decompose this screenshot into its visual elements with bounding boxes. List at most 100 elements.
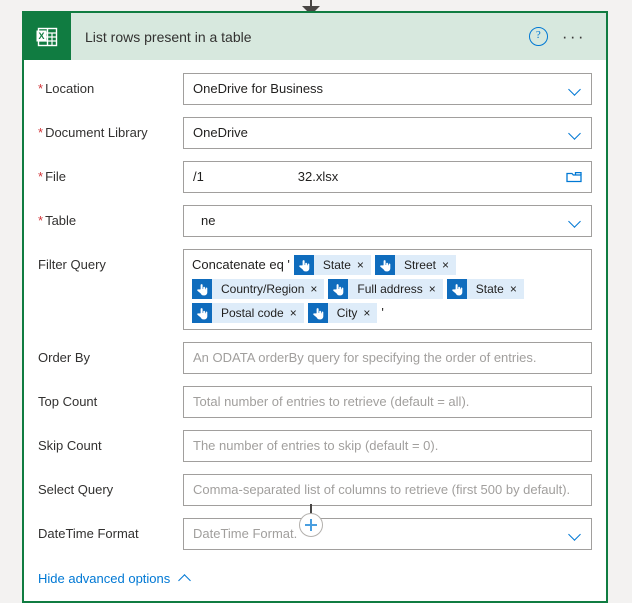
field-label-text: Document Library <box>45 125 148 140</box>
folder-icon[interactable] <box>566 170 582 183</box>
chevron-up-icon[interactable] <box>179 572 192 585</box>
token-chip[interactable]: Country/Region × <box>192 279 325 299</box>
field-row-select-query: Select Query Comma-separated list of col… <box>38 474 592 506</box>
token-label: State <box>322 258 351 272</box>
token-remove-icon[interactable]: × <box>310 280 324 298</box>
field-label-filter-query: Filter Query <box>38 249 183 272</box>
field-control-top-count: Total number of entries to retrieve (def… <box>183 386 592 418</box>
token-label: Country/Region <box>221 282 305 296</box>
field-label-text: Location <box>45 81 95 96</box>
required-marker: * <box>38 169 44 184</box>
filter-query-input[interactable]: Concatenate eq ' State × Street × Countr… <box>183 249 592 330</box>
filter-query-prefix: Concatenate eq ' <box>192 257 290 272</box>
order-by-input[interactable]: An ODATA orderBy query for specifying th… <box>183 342 592 374</box>
location-dropdown[interactable]: OneDrive for Business <box>183 73 592 105</box>
token-chip[interactable]: State × <box>293 255 371 275</box>
field-row-table: * Table ne <box>38 205 592 237</box>
card-header[interactable]: X List rows present in a table ? ··· <box>24 13 606 60</box>
field-control-location: OneDrive for Business <box>183 73 592 105</box>
token-chip[interactable]: Postal code × <box>192 303 304 323</box>
required-marker: * <box>38 213 44 228</box>
field-label-text: Select Query <box>38 482 114 497</box>
field-label-text: Top Count <box>38 394 98 409</box>
token-chip[interactable]: City × <box>307 303 378 323</box>
field-label-location: * Location <box>38 73 183 96</box>
field-row-top-count: Top Count Total number of entries to ret… <box>38 386 592 418</box>
hand-pointer-icon <box>192 303 212 323</box>
hand-pointer-icon <box>374 255 395 275</box>
field-control-document-library: OneDrive <box>183 117 592 149</box>
token-label: Full address <box>357 282 423 296</box>
field-label-skip-count: Skip Count <box>38 430 183 453</box>
field-control-table: ne <box>183 205 592 237</box>
token-chip[interactable]: Full address × <box>328 279 443 299</box>
order-by-placeholder: An ODATA orderBy query for specifying th… <box>193 350 537 365</box>
hand-pointer-icon <box>307 303 328 323</box>
excel-icon: X <box>24 13 71 60</box>
token-label: State <box>475 282 504 296</box>
document-library-dropdown[interactable]: OneDrive <box>183 117 592 149</box>
table-dropdown[interactable]: ne <box>183 205 592 237</box>
select-query-input[interactable]: Comma-separated list of columns to retri… <box>183 474 592 506</box>
hand-pointer-icon <box>192 279 212 299</box>
field-label-text: Skip Count <box>38 438 102 453</box>
field-control-skip-count: The number of entries to skip (default =… <box>183 430 592 462</box>
field-label-order-by: Order By <box>38 342 183 365</box>
token-remove-icon[interactable]: × <box>510 280 524 298</box>
field-label-text: Table <box>45 213 77 228</box>
svg-text:X: X <box>38 31 44 41</box>
token-chip[interactable]: State × <box>446 279 524 299</box>
hide-advanced-options-link[interactable]: Hide advanced options <box>38 571 170 586</box>
token-chip[interactable]: Street × <box>374 255 456 275</box>
card-body: * Location OneDrive for Business * Documen… <box>24 60 606 550</box>
token-label: Street <box>403 258 436 272</box>
filter-query-suffix: ' <box>381 305 384 320</box>
token-label: Postal code <box>221 306 284 320</box>
field-row-order-by: Order By An ODATA orderBy query for spec… <box>38 342 592 374</box>
skip-count-placeholder: The number of entries to skip (default =… <box>193 438 439 453</box>
location-value: OneDrive for Business <box>193 81 324 96</box>
help-icon[interactable]: ? <box>528 27 548 46</box>
hand-pointer-icon <box>293 255 314 275</box>
hand-pointer-icon <box>446 279 467 299</box>
field-label-document-library: * Document Library <box>38 117 183 140</box>
field-label-text: Filter Query <box>38 257 106 272</box>
advanced-options-row: Hide advanced options <box>24 562 606 601</box>
file-value: /1 32.xlsx <box>193 169 339 184</box>
add-step-button[interactable] <box>299 513 323 537</box>
hand-pointer-icon <box>328 279 349 299</box>
token-remove-icon[interactable]: × <box>290 304 304 322</box>
required-marker: * <box>38 125 44 140</box>
field-label-table: * Table <box>38 205 183 228</box>
card-title: List rows present in a table <box>85 28 252 45</box>
field-control-order-by: An ODATA orderBy query for specifying th… <box>183 342 592 374</box>
field-control-file: /1 32.xlsx <box>183 161 592 193</box>
more-options-icon[interactable]: ··· <box>562 28 596 45</box>
table-value: ne <box>201 213 216 228</box>
top-count-placeholder: Total number of entries to retrieve (def… <box>193 394 470 409</box>
select-query-placeholder: Comma-separated list of columns to retri… <box>193 482 571 497</box>
field-label-text: File <box>45 169 67 184</box>
document-library-value: OneDrive <box>193 125 248 140</box>
token-label: City <box>336 306 358 320</box>
field-label-text: Order By <box>38 350 91 365</box>
file-input[interactable]: /1 32.xlsx <box>183 161 592 193</box>
token-remove-icon[interactable]: × <box>429 280 443 298</box>
field-control-filter-query: Concatenate eq ' State × Street × Countr… <box>183 249 592 330</box>
field-label-file: * File <box>38 161 183 184</box>
field-control-select-query: Comma-separated list of columns to retri… <box>183 474 592 506</box>
token-remove-icon[interactable]: × <box>357 256 371 274</box>
required-marker: * <box>38 81 44 96</box>
field-label-select-query: Select Query <box>38 474 183 497</box>
token-remove-icon[interactable]: × <box>442 256 456 274</box>
field-row-document-library: * Document Library OneDrive <box>38 117 592 149</box>
field-row-file: * File /1 32.xlsx <box>38 161 592 193</box>
field-row-filter-query: Filter Query Concatenate eq ' State × St… <box>38 249 592 330</box>
field-label-top-count: Top Count <box>38 386 183 409</box>
top-count-input[interactable]: Total number of entries to retrieve (def… <box>183 386 592 418</box>
field-row-skip-count: Skip Count The number of entries to skip… <box>38 430 592 462</box>
header-actions: ? ··· <box>528 13 596 60</box>
field-row-location: * Location OneDrive for Business <box>38 73 592 105</box>
skip-count-input[interactable]: The number of entries to skip (default =… <box>183 430 592 462</box>
token-remove-icon[interactable]: × <box>363 304 377 322</box>
